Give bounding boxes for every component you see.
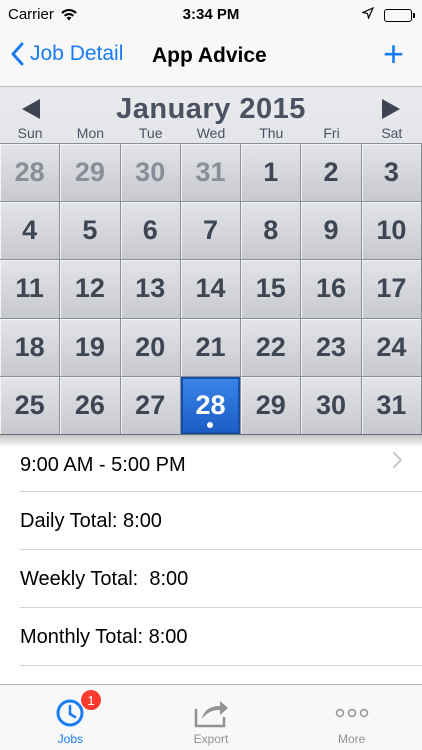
- calendar-day[interactable]: 11: [0, 260, 61, 319]
- back-button-label: Job Detail: [30, 42, 124, 65]
- calendar-day[interactable]: 7: [180, 202, 242, 261]
- calendar-day[interactable]: 18: [0, 318, 61, 377]
- weekly-total-row: Weekly Total: 8:00: [0, 550, 422, 608]
- calendar-day-selected[interactable]: 28: [180, 376, 242, 435]
- calendar: January 2015 Sun Mon Tue Wed Thu Fri Sat…: [0, 86, 422, 435]
- tab-bar: 1 Jobs Export More: [0, 684, 422, 750]
- row-separator: [20, 665, 422, 666]
- weekday-label: Fri: [323, 125, 340, 141]
- calendar-day[interactable]: 15: [241, 260, 302, 319]
- tab-label: Jobs: [57, 732, 84, 746]
- next-month-icon[interactable]: [382, 99, 400, 119]
- back-button[interactable]: Job Detail: [10, 42, 123, 66]
- monthly-total-label: Monthly Total: 8:00: [20, 625, 188, 648]
- tab-export[interactable]: Export: [141, 685, 282, 750]
- share-icon: [192, 694, 230, 732]
- calendar-day[interactable]: 31: [180, 144, 242, 203]
- calendar-day[interactable]: 4: [0, 202, 61, 261]
- status-right-icons: [361, 6, 415, 24]
- calendar-day[interactable]: 5: [60, 202, 121, 261]
- calendar-day[interactable]: 31: [361, 376, 422, 435]
- tab-label: Export: [193, 732, 229, 746]
- calendar-day[interactable]: 29: [241, 376, 302, 435]
- calendar-day[interactable]: 9: [301, 202, 362, 261]
- calendar-day[interactable]: 17: [361, 260, 422, 319]
- shift-time-label: 9:00 AM - 5:00 PM: [20, 454, 186, 476]
- calendar-day[interactable]: 6: [120, 202, 181, 261]
- tab-jobs[interactable]: 1 Jobs: [0, 685, 141, 750]
- calendar-header: January 2015 Sun Mon Tue Wed Thu Fri Sat: [0, 87, 422, 145]
- calendar-day[interactable]: 1: [241, 144, 302, 203]
- calendar-day[interactable]: 28: [0, 144, 61, 203]
- weekly-total-label: Weekly Total: 8:00: [20, 567, 189, 590]
- navigation-bar: Job Detail App Advice +: [0, 30, 422, 86]
- calendar-day[interactable]: 14: [180, 260, 242, 319]
- calendar-day[interactable]: 23: [301, 318, 362, 377]
- weekday-label: Mon: [76, 125, 105, 141]
- weekday-label: Thu: [259, 125, 284, 141]
- calendar-day[interactable]: 22: [241, 318, 302, 377]
- calendar-day[interactable]: 13: [120, 260, 181, 319]
- add-button[interactable]: +: [383, 36, 404, 72]
- calendar-day[interactable]: 16: [301, 260, 362, 319]
- daily-total-label: Daily Total: 8:00: [20, 509, 162, 532]
- status-bar: Carrier 3:34 PM: [0, 0, 422, 30]
- chevron-left-icon: [10, 42, 24, 66]
- calendar-day[interactable]: 19: [60, 318, 121, 377]
- more-dots-icon: [335, 694, 369, 732]
- calendar-day[interactable]: 27: [120, 376, 181, 435]
- calendar-day[interactable]: 8: [241, 202, 302, 261]
- event-dot-icon: [207, 422, 214, 428]
- page-title: App Advice: [152, 44, 267, 67]
- tab-label: More: [338, 732, 366, 746]
- weekday-label: Sun: [17, 125, 43, 141]
- monthly-total-row: Monthly Total: 8:00: [0, 608, 422, 666]
- calendar-day[interactable]: 29: [60, 144, 121, 203]
- calendar-day[interactable]: 21: [180, 318, 242, 377]
- calendar-weekdays: Sun Mon Tue Wed Thu Fri Sat: [0, 125, 422, 141]
- tab-more[interactable]: More: [281, 685, 422, 750]
- daily-total-row: Daily Total: 8:00: [0, 492, 422, 550]
- weekday-label: Sat: [381, 125, 403, 141]
- weekday-label: Tue: [138, 125, 163, 141]
- calendar-shadow: [0, 434, 422, 448]
- calendar-month-title: January 2015: [116, 93, 306, 125]
- chevron-right-icon: [392, 451, 402, 474]
- location-arrow-icon: [361, 6, 375, 24]
- calendar-day[interactable]: 30: [301, 376, 362, 435]
- calendar-day[interactable]: 2: [301, 144, 362, 203]
- calendar-day[interactable]: 20: [120, 318, 181, 377]
- calendar-day[interactable]: 24: [361, 318, 422, 377]
- calendar-day[interactable]: 10: [361, 202, 422, 261]
- calendar-day[interactable]: 3: [361, 144, 422, 203]
- weekday-label: Wed: [196, 125, 226, 141]
- status-time: 3:34 PM: [182, 6, 240, 23]
- battery-icon: [384, 8, 415, 22]
- calendar-grid: 28 29 30 31 1 2 3 4 5 6 7 8 9 10 11 12 1…: [0, 143, 422, 435]
- jobs-badge: 1: [80, 689, 102, 711]
- calendar-day[interactable]: 25: [0, 376, 61, 435]
- calendar-day[interactable]: 26: [60, 376, 121, 435]
- summary-list: 9:00 AM - 5:00 PM Daily Total: 8:00 Week…: [0, 434, 422, 666]
- calendar-day[interactable]: 12: [60, 260, 121, 319]
- selected-day-number: 28: [195, 389, 226, 420]
- calendar-day[interactable]: 30: [120, 144, 181, 203]
